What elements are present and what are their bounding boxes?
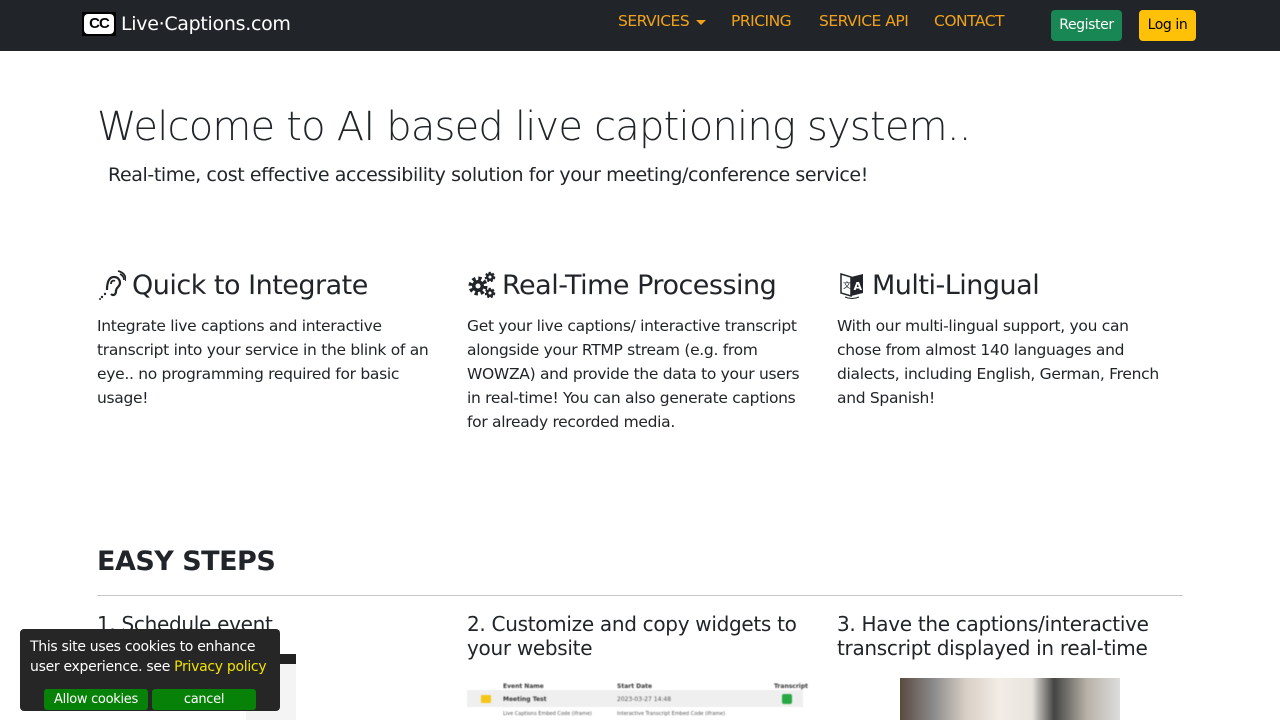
meeting-photo <box>900 678 1120 720</box>
feature-heading: A文 Multi-Lingual <box>837 268 1177 302</box>
nav-services-dropdown[interactable]: SERVICES <box>618 12 707 30</box>
privacy-policy-link[interactable]: Privacy policy <box>174 659 266 675</box>
screenshot-event-name: Meeting Test <box>503 696 547 703</box>
caret-down-icon <box>696 19 707 25</box>
screenshot-embed-label: Interactive Transcript Embed Code (ifram… <box>617 711 726 717</box>
brand-name: Live·Captions.com <box>121 13 291 35</box>
hero-subtitle: Real-time, cost effective accessibility … <box>108 164 868 186</box>
divider <box>97 595 1183 596</box>
svg-text:A: A <box>854 280 863 293</box>
feature-title: Real-Time Processing <box>502 269 777 301</box>
cookie-message: This site uses cookies to enhance user e… <box>30 637 275 677</box>
feature-title: Multi-Lingual <box>872 269 1040 301</box>
cookie-banner: This site uses cookies to enhance user e… <box>20 629 280 711</box>
svg-text:文: 文 <box>843 280 851 290</box>
brand-logo-link[interactable]: CC Live·Captions.com <box>82 11 291 37</box>
login-button[interactable]: Log in <box>1139 10 1196 41</box>
widgets-screenshot: Event Name Start Date Transcript Meeting… <box>467 678 808 720</box>
feature-text: Integrate live captions and interactive … <box>97 317 429 407</box>
feature-quick-integrate: Quick to Integrate Integrate live captio… <box>97 268 437 410</box>
transcript-icon <box>782 694 792 704</box>
feature-title: Quick to Integrate <box>132 269 368 301</box>
nav-contact[interactable]: CONTACT <box>934 12 1005 30</box>
live-badge <box>481 695 491 703</box>
step-3-label: 3. Have the captions/interactive transcr… <box>837 612 1149 660</box>
allow-cookies-button[interactable]: Allow cookies <box>44 689 148 710</box>
easy-steps-heading: EASY STEPS <box>97 546 276 577</box>
feature-text: With our multi-lingual support, you can … <box>837 317 1159 407</box>
ear-listen-icon <box>97 270 127 300</box>
screenshot-header: Transcript <box>774 683 809 690</box>
screenshot-embed-label: Live Captions Embed Code (iframe) <box>503 711 592 717</box>
hero-title: Welcome to AI based live captioning syst… <box>97 104 971 150</box>
feature-real-time-processing: Real-Time Processing Get your live capti… <box>467 268 807 434</box>
feature-multi-lingual: A文 Multi-Lingual With our multi-lingual … <box>837 268 1177 410</box>
feature-text: Get your live captions/ interactive tran… <box>467 317 800 431</box>
screenshot-header: Start Date <box>617 683 653 690</box>
gears-icon <box>467 270 497 300</box>
language-icon: A文 <box>837 270 867 300</box>
cc-logo-icon: CC <box>82 12 116 36</box>
nav-pricing[interactable]: PRICING <box>731 12 792 30</box>
screenshot-date: 2023-03-27 14:48 <box>617 696 672 703</box>
step-2-label: 2. Customize and copy widgets to your we… <box>467 612 797 660</box>
register-button[interactable]: Register <box>1051 10 1122 41</box>
top-navbar: CC Live·Captions.com SERVICES PRICING SE… <box>0 0 1280 51</box>
screenshot-header: Event Name <box>503 683 544 690</box>
nav-service-api[interactable]: SERVICE API <box>819 12 909 30</box>
nav-services-label: SERVICES <box>618 12 690 30</box>
feature-heading: Real-Time Processing <box>467 268 807 302</box>
feature-heading: Quick to Integrate <box>97 268 437 302</box>
cancel-cookies-button[interactable]: cancel <box>152 689 256 710</box>
